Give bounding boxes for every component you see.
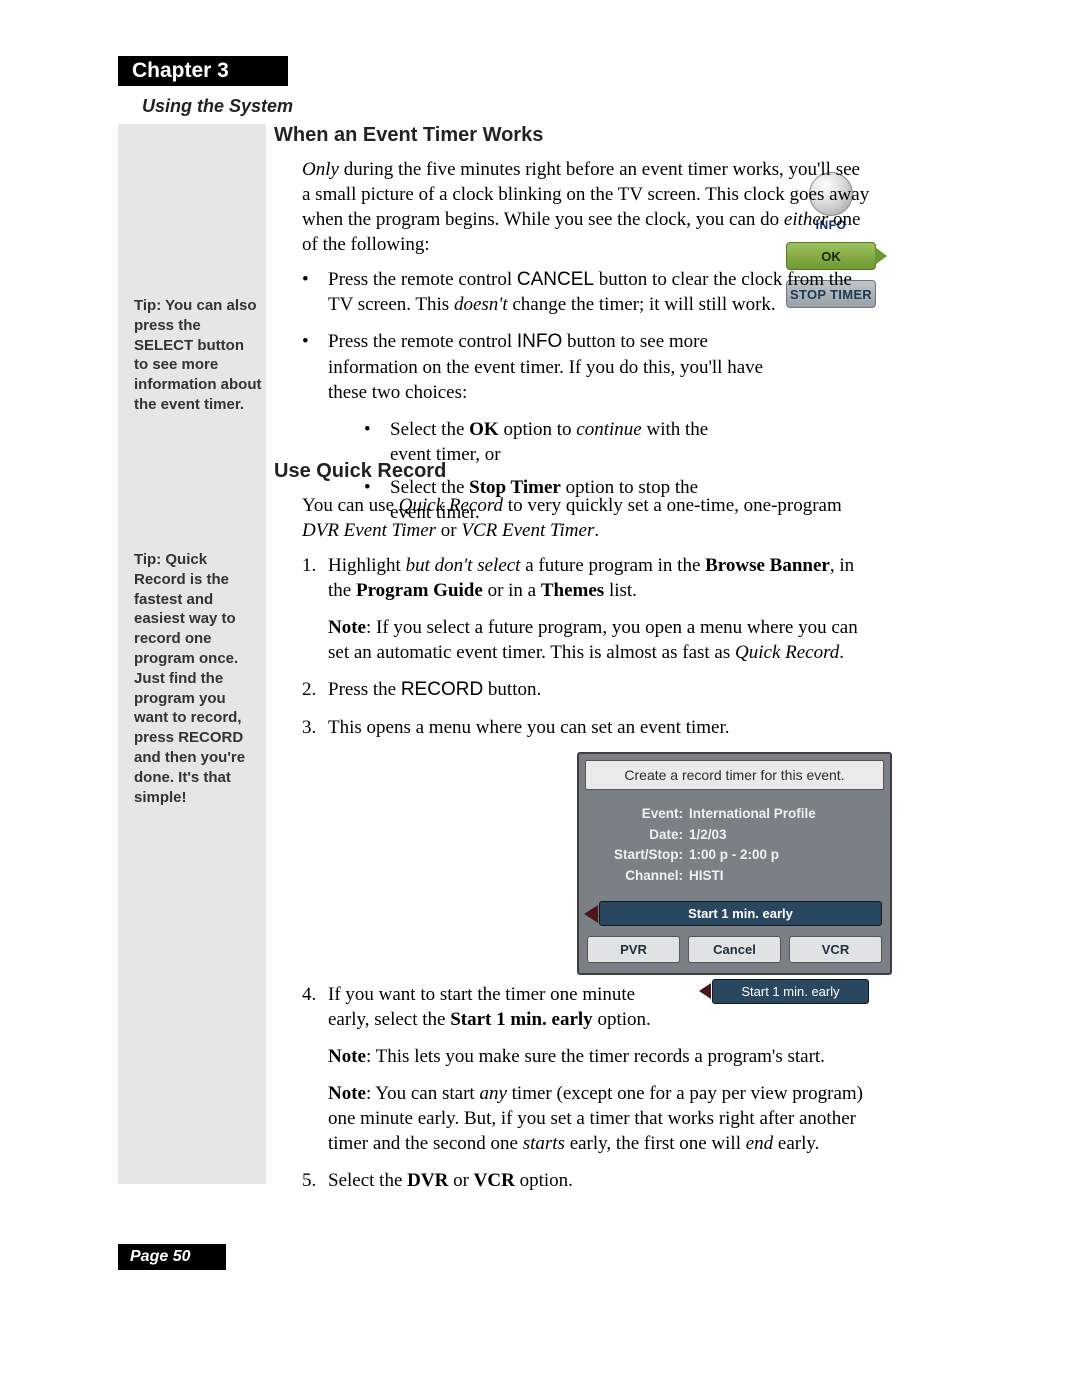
page-subtitle: Using the System bbox=[142, 96, 293, 117]
vcr-button[interactable]: VCR bbox=[789, 936, 882, 963]
record-timer-dialog: Create a record timer for this event. Ev… bbox=[577, 752, 892, 976]
field-label-startstop: Start/Stop: bbox=[593, 845, 689, 866]
step-5-text: Select the DVR or VCR option. bbox=[328, 1170, 573, 1191]
step-3: 3. This opens a menu where you can set a… bbox=[302, 715, 870, 740]
step-4-note-1: Note: This lets you make sure the timer … bbox=[328, 1044, 870, 1069]
heading-when-event-timer: When an Event Timer Works bbox=[274, 124, 870, 147]
field-value-date: 1/2/03 bbox=[689, 825, 727, 846]
step-1: 1. Highlight but don't select a future p… bbox=[302, 553, 870, 603]
start-early-option[interactable]: Start 1 min. early bbox=[599, 901, 882, 926]
step-5: 5. Select the DVR or VCR option. bbox=[302, 1168, 870, 1193]
page-number: Page 50 bbox=[118, 1244, 226, 1270]
paragraph: Only during the five minutes right befor… bbox=[302, 157, 870, 257]
step-1-note: Note: If you select a future program, yo… bbox=[328, 615, 870, 665]
tip-quick-record: Tip: Quick Record is the fastest and eas… bbox=[134, 550, 262, 807]
field-label-date: Date: bbox=[593, 825, 689, 846]
bullet-cancel: Press the remote control CANCEL button t… bbox=[302, 267, 870, 317]
start-early-chip[interactable]: Start 1 min. early bbox=[712, 979, 869, 1004]
cancel-button[interactable]: Cancel bbox=[688, 936, 781, 963]
dialog-fields: Event:International Profile Date:1/2/03 … bbox=[579, 796, 890, 898]
pvr-button[interactable]: PVR bbox=[587, 936, 680, 963]
heading-quick-record: Use Quick Record bbox=[274, 460, 870, 483]
step-2-text: Press the RECORD button. bbox=[328, 679, 541, 700]
step-3-text: This opens a menu where you can set an e… bbox=[328, 717, 730, 738]
field-value-channel: HISTI bbox=[689, 866, 724, 887]
dialog-title: Create a record timer for this event. bbox=[585, 760, 884, 790]
bullet-info: Press the remote control INFO button to … bbox=[302, 329, 870, 404]
step-2: 2. Press the RECORD button. bbox=[302, 677, 870, 702]
step-4-text: If you want to start the timer one minut… bbox=[328, 984, 651, 1030]
step-4-note-2: Note: You can start any timer (except on… bbox=[328, 1081, 870, 1156]
field-label-channel: Channel: bbox=[593, 866, 689, 887]
step-4: 4. If you want to start the timer one mi… bbox=[302, 982, 870, 1032]
tip-select: Tip: You can also press the SELECT butto… bbox=[134, 296, 262, 415]
step-1-text: Highlight but don't select a future prog… bbox=[328, 555, 854, 601]
field-value-event: International Profile bbox=[689, 804, 816, 825]
field-label-event: Event: bbox=[593, 804, 689, 825]
chapter-label: Chapter 3 bbox=[118, 56, 288, 86]
paragraph: You can use Quick Record to very quickly… bbox=[302, 493, 870, 543]
field-value-startstop: 1:00 p - 2:00 p bbox=[689, 845, 779, 866]
